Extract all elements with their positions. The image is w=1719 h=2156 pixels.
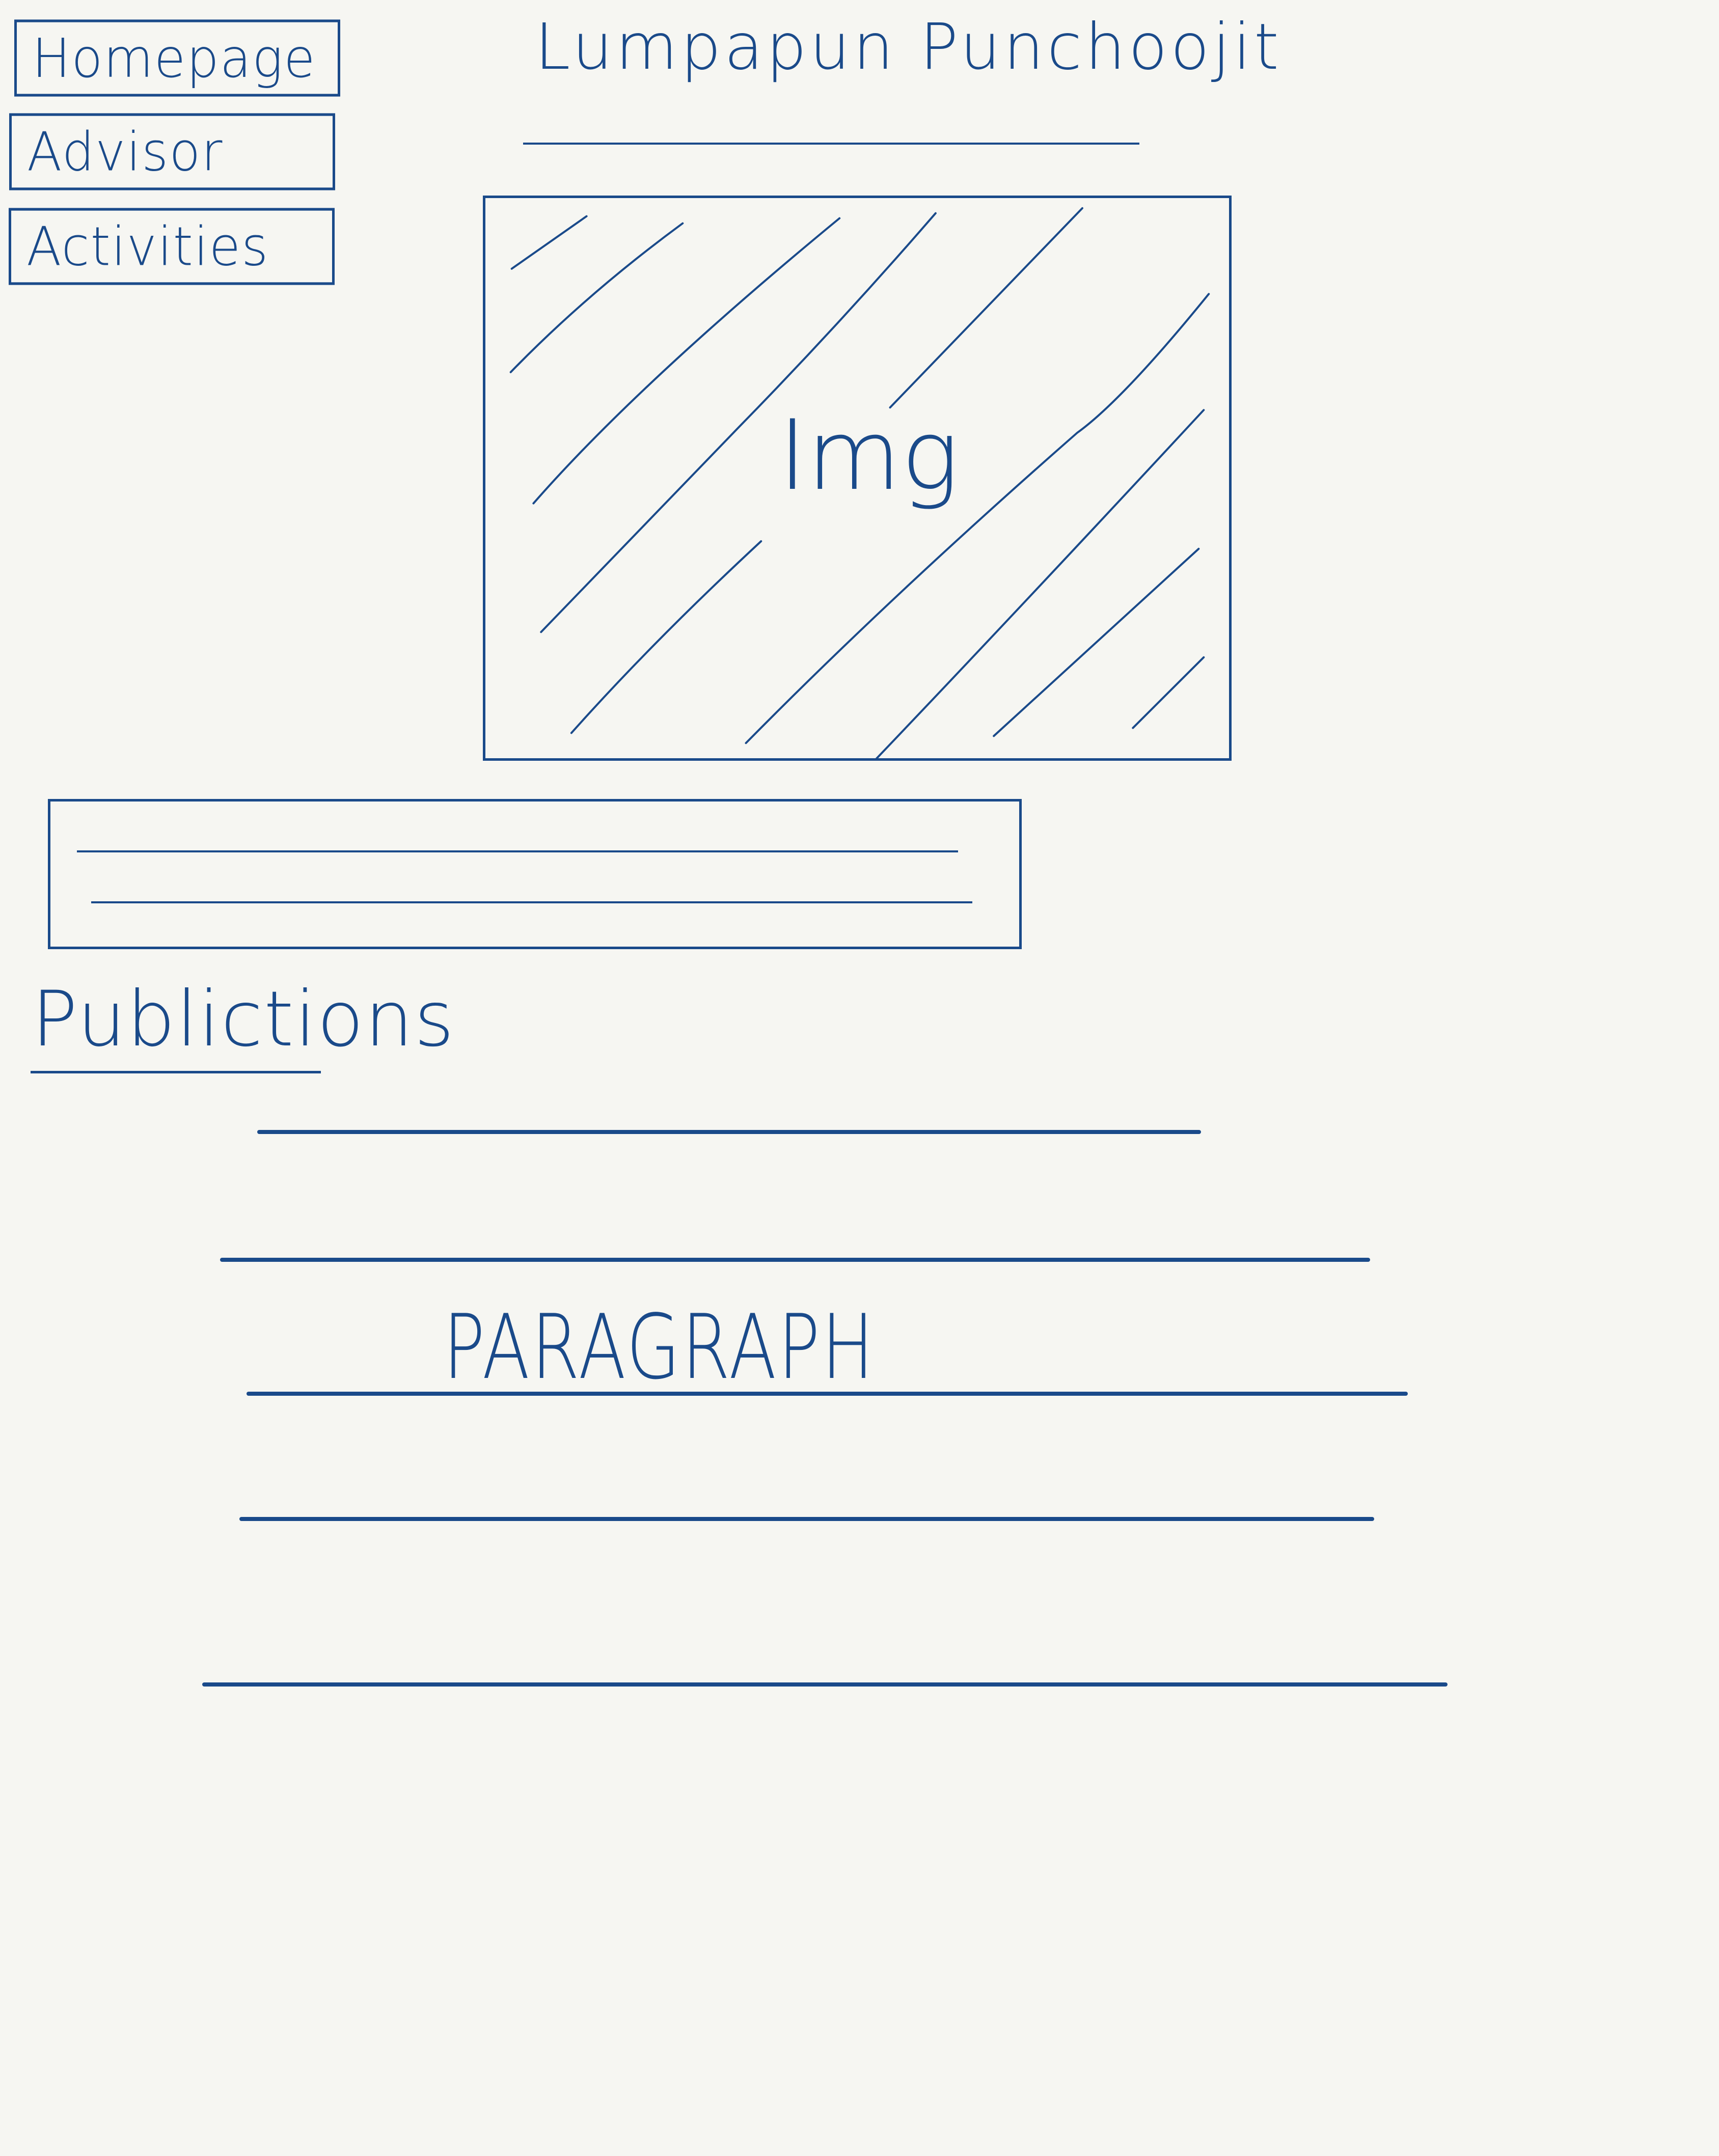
paragraph-line: [239, 1517, 1374, 1521]
nav-activities-label: Activities: [26, 215, 269, 278]
nav-homepage-label: Homepage: [32, 26, 316, 90]
intro-text-box: [48, 799, 1022, 949]
page-title: Lumpapun Punchoojit: [535, 10, 1282, 84]
nav-activities-button[interactable]: Activities: [9, 208, 335, 285]
publications-heading: Publictions: [32, 975, 455, 1064]
hero-image-placeholder: Img: [483, 196, 1232, 761]
publications-heading-underline: [31, 1071, 321, 1073]
text-line: [77, 850, 958, 852]
title-underline: [523, 143, 1139, 145]
text-line: [91, 901, 972, 903]
paragraph-placeholder-label: PARAGRAPH: [443, 1296, 876, 1399]
paragraph-line: [257, 1130, 1201, 1134]
paragraph-line: [247, 1392, 1408, 1396]
image-label: Img: [778, 399, 960, 512]
nav-advisor-button[interactable]: Advisor: [9, 113, 335, 190]
nav-advisor-label: Advisor: [27, 120, 224, 183]
nav-homepage-button[interactable]: Homepage: [14, 19, 340, 97]
paragraph-line: [202, 1682, 1448, 1687]
paragraph-line: [220, 1258, 1370, 1262]
